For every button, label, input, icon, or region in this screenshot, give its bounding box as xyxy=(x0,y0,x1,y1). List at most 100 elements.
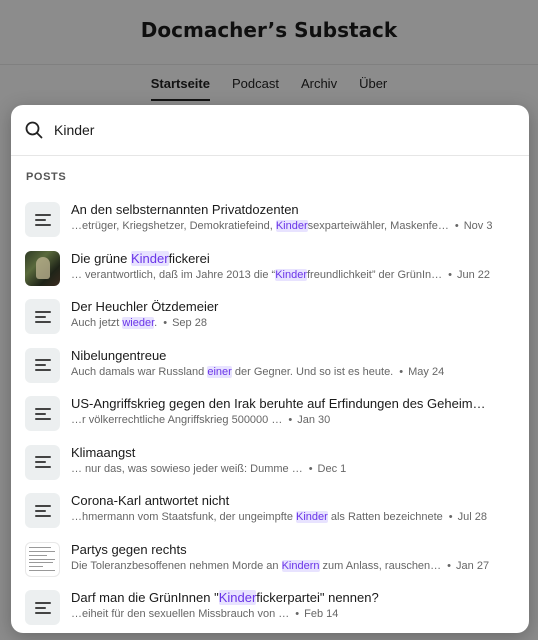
post-snippet: …r völkerrechtliche Angriffskrieg 500000… xyxy=(71,414,282,426)
search-result-post[interactable]: Partys gegen rechts Die Toleranzbesoffene… xyxy=(11,534,529,583)
post-date: Jan 30 xyxy=(297,414,331,426)
separator-dot: • xyxy=(163,317,168,329)
search-result-post[interactable]: US-Angriffskrieg gegen den Irak beruhte … xyxy=(11,388,529,437)
text-post-icon xyxy=(34,601,51,614)
text-segment: Die grüne xyxy=(71,250,131,266)
text-segment: als Ratten bezeichnete xyxy=(327,511,443,523)
text-segment: fickerei xyxy=(168,250,210,266)
post-snippet: …hmermann vom Staatsfunk, der ungeimpfte… xyxy=(71,511,443,523)
separator-dot: • xyxy=(295,608,300,620)
post-title: Klimaangst xyxy=(71,445,517,460)
icon-line xyxy=(34,218,46,221)
search-result-post[interactable]: Die grüne Kinderfickerei… verantwortlich… xyxy=(11,243,529,292)
post-thumbnail xyxy=(25,347,60,383)
search-input[interactable] xyxy=(54,118,494,142)
text-post-icon xyxy=(34,359,51,371)
icon-line xyxy=(34,611,51,614)
post-date: Nov 3 xyxy=(463,220,493,232)
text-segment: … verantwortlich, daß im Jahre 2013 die … xyxy=(71,268,276,281)
post-snippet: …etrüger, Kriegshetzer, Demokratiefeind,… xyxy=(71,220,449,232)
text-post-icon xyxy=(34,213,51,226)
highlight-match: wieder xyxy=(122,317,155,329)
post-snippet: … verantwortlich, daß im Jahre 2013 die … xyxy=(71,268,442,281)
post-date: May 24 xyxy=(408,365,445,378)
post-title: An den selbsternannten Privatdozenten xyxy=(71,202,517,217)
highlight-match: Kinder xyxy=(275,268,307,281)
icon-line xyxy=(34,213,51,216)
text-post-icon xyxy=(34,456,51,468)
text-segment: . xyxy=(154,317,158,329)
text-segment: Partys gegen rechts xyxy=(71,541,187,557)
icon-line xyxy=(34,461,46,463)
search-bar xyxy=(11,105,529,156)
highlight-match: Kinder xyxy=(275,220,308,232)
post-date: Jun 22 xyxy=(456,268,491,281)
post-snippet-row: …etrüger, Kriegshetzer, Demokratiefeind,… xyxy=(71,220,517,232)
search-result-post[interactable]: Darf man die GrünInnen "Kinderfickerpart… xyxy=(11,582,529,631)
post-title: Partys gegen rechts xyxy=(71,542,517,557)
post-snippet-row: … verantwortlich, daß im Jahre 2013 die … xyxy=(71,268,517,281)
separator-dot: • xyxy=(454,220,459,232)
highlight-match: Kinder xyxy=(218,590,257,605)
separator-dot: • xyxy=(448,511,453,523)
post-date: Dec 1 xyxy=(317,462,347,475)
text-segment: Corona-Karl antwortet nicht xyxy=(71,493,230,508)
text-segment: An den selbsternannten Privatdozenten xyxy=(71,202,299,217)
separator-dot: • xyxy=(448,268,452,281)
icon-line xyxy=(34,320,51,323)
search-result-post[interactable]: Der Heuchler Ötzdemeier Auch jetzt wieder… xyxy=(11,291,529,340)
icon-line xyxy=(34,606,46,609)
post-title: Corona-Karl antwortet nicht xyxy=(71,493,517,508)
post-thumbnail xyxy=(25,396,60,431)
text-segment: sexparteiwähler, Maskenfe… xyxy=(307,220,449,232)
search-result-post[interactable]: Klimaangst … nur das, was sowieso jeder w… xyxy=(11,437,529,486)
icon-line xyxy=(34,417,51,420)
text-segment: … nur das, was sowieso jeder weiß: Dumme… xyxy=(71,462,303,475)
separator-dot: • xyxy=(399,365,404,378)
post-snippet-row: Die Toleranzbesoffenen nehmen Morde an K… xyxy=(71,559,517,572)
document-line xyxy=(29,547,51,548)
search-result-post[interactable]: Nibelungentreue Auch damals war Russland … xyxy=(11,340,529,389)
post-thumbnail xyxy=(25,202,60,237)
post-snippet-row: …eiheit für den sexuellen Missbrauch von… xyxy=(71,608,517,620)
separator-dot: • xyxy=(288,414,293,426)
document-line xyxy=(29,550,55,552)
icon-line xyxy=(34,364,46,366)
icon-line xyxy=(34,412,46,415)
document-line xyxy=(29,566,43,568)
post-thumbnail-document xyxy=(25,541,60,577)
search-result-post[interactable]: An den selbsternannten Privatdozenten …et… xyxy=(11,194,529,243)
text-segment: Auch damals war Russland xyxy=(71,365,208,378)
search-modal: POSTS An den selbsternannten Privatdozen… xyxy=(11,105,529,633)
icon-line xyxy=(34,315,46,318)
search-icon xyxy=(25,121,43,139)
highlight-match: Kindern xyxy=(281,559,320,572)
post-title: Die grüne Kinderfickerei xyxy=(71,250,517,266)
icon-line xyxy=(34,456,51,458)
text-post-icon xyxy=(34,407,51,420)
search-result-post[interactable]: Corona-Karl antwortet nicht …hmermann vom… xyxy=(11,485,529,534)
post-date: Sep 28 xyxy=(172,317,207,329)
post-date: Jul 28 xyxy=(457,511,487,523)
post-title: Der Heuchler Ötzdemeier xyxy=(71,299,517,314)
separator-dot: • xyxy=(447,559,452,572)
separator-dot: • xyxy=(308,462,313,475)
post-title: Nibelungentreue xyxy=(71,348,517,363)
highlight-match: Kinder xyxy=(130,250,169,266)
text-segment: …eiheit für den sexuellen Missbrauch von… xyxy=(71,608,290,620)
post-snippet: Auch jetzt wieder. xyxy=(71,317,157,329)
text-post-icon xyxy=(34,310,51,323)
text-segment: fickerpartei" nennen? xyxy=(256,590,379,605)
text-segment: …r völkerrechtliche Angriffskrieg 500000… xyxy=(71,414,283,426)
icon-line xyxy=(34,504,51,507)
text-post-icon xyxy=(34,504,51,517)
icon-line xyxy=(34,466,51,468)
search-results-list: An den selbsternannten Privatdozenten …et… xyxy=(11,194,529,631)
posts-section-label: POSTS xyxy=(26,171,67,183)
post-date: Jan 27 xyxy=(456,559,490,572)
post-snippet-row: …r völkerrechtliche Angriffskrieg 500000… xyxy=(71,414,517,426)
icon-line xyxy=(34,509,46,512)
document-line xyxy=(29,558,55,560)
icon-line xyxy=(34,601,51,604)
text-segment: Nibelungentreue xyxy=(71,347,167,363)
